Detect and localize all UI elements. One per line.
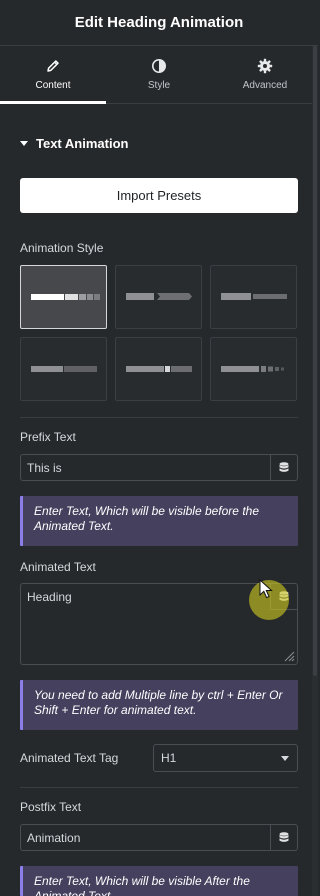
- panel-header: Edit Heading Animation: [0, 0, 318, 46]
- style-2-preview-icon: [126, 293, 192, 300]
- postfix-text-input[interactable]: Animation: [20, 824, 298, 851]
- animated-text-tag-select[interactable]: H1: [153, 744, 298, 772]
- animation-style-option-1[interactable]: [20, 265, 107, 329]
- animation-style-option-3[interactable]: [210, 265, 297, 329]
- prefix-notice: Enter Text, Which will be visible before…: [20, 496, 298, 546]
- animated-text-label: Animated Text: [20, 560, 96, 574]
- import-presets-button[interactable]: Import Presets: [20, 178, 298, 213]
- tab-content[interactable]: Content: [0, 46, 106, 104]
- animation-style-label: Animation Style: [20, 241, 104, 255]
- prefix-text-value: This is: [27, 460, 62, 475]
- animation-style-option-6[interactable]: [210, 337, 297, 401]
- style-5-preview-icon: [126, 366, 192, 372]
- divider: [20, 417, 298, 418]
- contrast-icon: [152, 59, 166, 73]
- tab-style[interactable]: Style: [106, 46, 212, 103]
- scrollbar-thumb[interactable]: [313, 46, 317, 676]
- animated-text-tag-value: H1: [161, 751, 177, 765]
- tab-style-label: Style: [147, 80, 171, 91]
- panel-title: Edit Heading Animation: [74, 14, 244, 31]
- animation-style-option-5[interactable]: [115, 337, 202, 401]
- gear-icon: [257, 58, 273, 74]
- style-3-preview-icon: [221, 293, 287, 300]
- resize-handle-icon[interactable]: [284, 651, 295, 662]
- animation-style-option-2[interactable]: [115, 265, 202, 329]
- mouse-pointer-icon: [259, 579, 273, 599]
- dynamic-tags-button[interactable]: [270, 455, 297, 480]
- database-icon: [279, 461, 289, 472]
- style-4-preview-icon: [31, 366, 97, 372]
- prefix-text-input[interactable]: This is: [20, 454, 298, 481]
- postfix-notice: Enter Text, Which will be visible After …: [20, 866, 298, 896]
- divider: [20, 787, 298, 788]
- postfix-text-value: Animation: [27, 830, 81, 845]
- chevron-down-icon: [281, 756, 289, 761]
- dynamic-tags-button[interactable]: [270, 825, 297, 850]
- animated-text-tag-label: Animated Text Tag: [20, 751, 119, 765]
- caret-down-icon: [20, 141, 28, 146]
- section-toggle-text-animation[interactable]: Text Animation: [20, 136, 128, 151]
- prefix-text-label: Prefix Text: [20, 430, 76, 444]
- section-title: Text Animation: [36, 136, 129, 151]
- pencil-icon: [47, 60, 59, 72]
- tab-advanced-label: Advanced: [242, 80, 288, 91]
- animated-text-value: Heading: [27, 590, 72, 604]
- style-1-preview-icon: [31, 294, 100, 300]
- animation-style-option-4[interactable]: [20, 337, 107, 401]
- database-icon: [279, 831, 289, 842]
- tab-bar: Content Style Advanced: [0, 46, 318, 104]
- postfix-text-label: Postfix Text: [20, 800, 82, 814]
- tab-advanced[interactable]: Advanced: [212, 46, 318, 103]
- animated-notice: You need to add Multiple line by ctrl + …: [20, 680, 298, 730]
- style-6-preview-icon: [221, 366, 284, 372]
- tab-content-label: Content: [35, 80, 71, 91]
